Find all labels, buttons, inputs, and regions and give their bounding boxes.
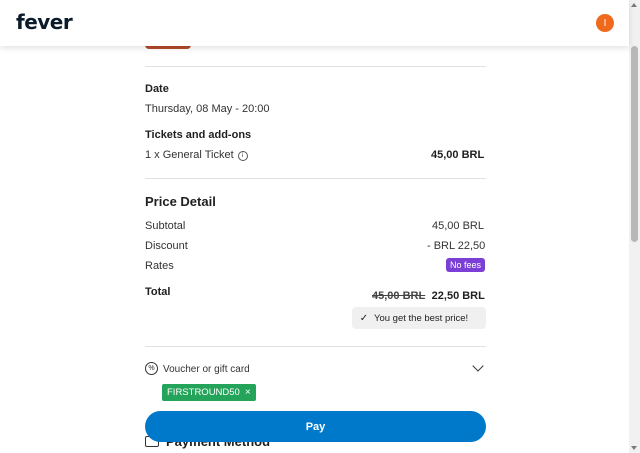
page-scrollbar[interactable] xyxy=(629,0,640,453)
checkmark-icon: ✓ xyxy=(359,312,369,324)
ticket-item: 1 x General Ticket i xyxy=(145,149,248,161)
voucher-code-chip: FIRSTROUND50 × xyxy=(162,384,256,401)
discount-label: Discount xyxy=(145,240,188,252)
info-icon[interactable]: i xyxy=(237,151,248,161)
scroll-thumb[interactable] xyxy=(631,46,638,242)
best-price-notice: ✓ You get the best price! xyxy=(352,307,486,329)
scroll-up-arrow-icon[interactable] xyxy=(631,3,637,7)
subtotal-value: 45,00 BRL xyxy=(432,220,484,232)
ticket-item-label: 1 x General Ticket xyxy=(145,149,234,161)
date-value: Thursday, 08 May - 20:00 xyxy=(145,103,270,115)
user-avatar[interactable]: I xyxy=(596,14,614,32)
discount-value: - BRL 22,50 xyxy=(427,240,486,252)
rates-label: Rates xyxy=(145,260,174,272)
voucher-code: FIRSTROUND50 xyxy=(167,387,240,398)
voucher-icon: % xyxy=(145,362,158,375)
total-label: Total xyxy=(145,286,171,298)
pay-button[interactable]: Pay xyxy=(145,411,486,442)
scroll-down-arrow-icon[interactable] xyxy=(631,446,637,450)
subtotal-label: Subtotal xyxy=(145,220,186,232)
tickets-label: Tickets and add-ons xyxy=(145,129,252,141)
remove-voucher-icon[interactable]: × xyxy=(245,384,251,401)
no-fees-badge: No fees xyxy=(446,258,486,272)
divider xyxy=(145,66,486,67)
price-detail-title: Price Detail xyxy=(145,194,216,209)
best-price-text: You get the best price! xyxy=(374,312,469,324)
date-label: Date xyxy=(145,83,169,95)
total-new-price: 22,50 BRL xyxy=(431,290,485,302)
fever-logo[interactable]: fever xyxy=(16,10,73,34)
voucher-label[interactable]: Voucher or gift card xyxy=(163,364,250,375)
divider xyxy=(145,346,486,347)
divider xyxy=(145,178,486,179)
total-old-price: 45,00 BRL xyxy=(372,290,426,302)
ticket-price: 45,00 BRL xyxy=(431,149,485,161)
top-header: fever I xyxy=(0,0,629,46)
total-price: 45,00 BRL 22,50 BRL xyxy=(372,286,485,304)
chevron-down-icon[interactable] xyxy=(472,360,484,372)
